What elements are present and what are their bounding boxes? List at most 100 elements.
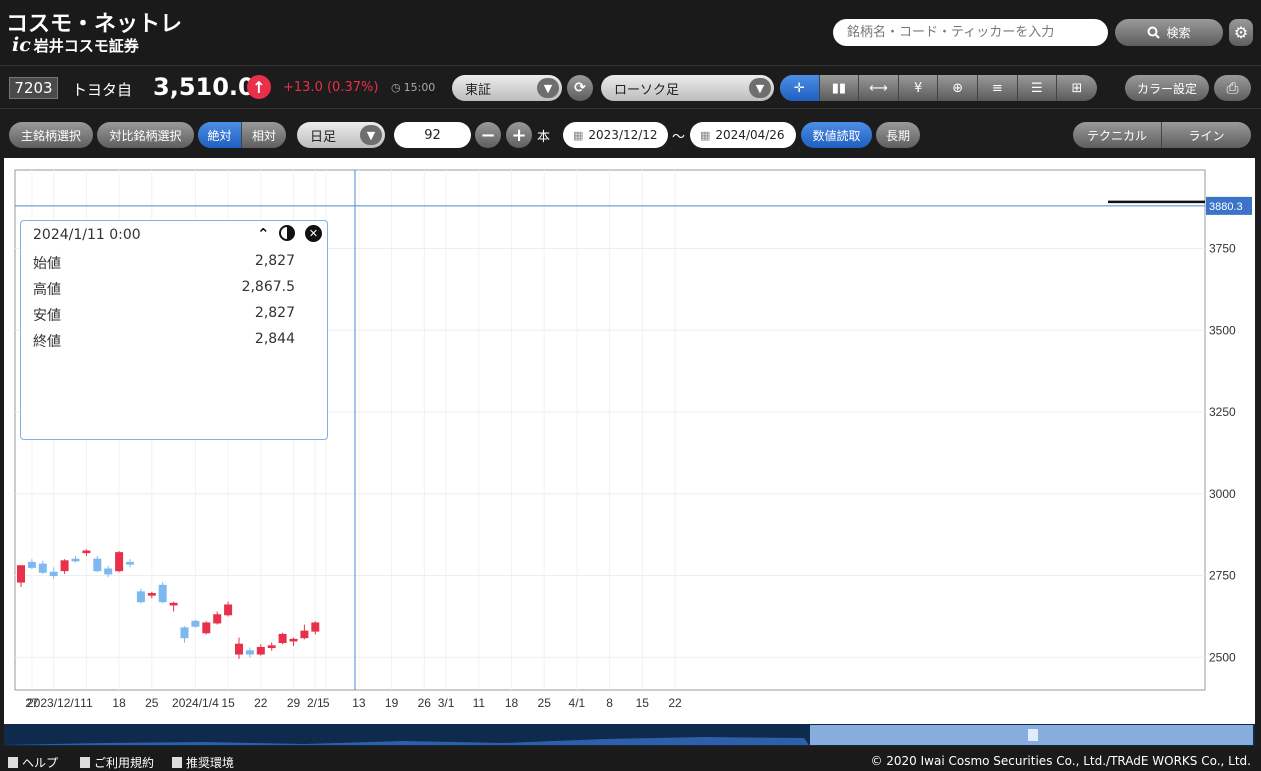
search-input[interactable] <box>833 19 1108 46</box>
plus-button[interactable]: + <box>506 122 532 148</box>
candle-body <box>267 645 276 648</box>
info-label: 安値 <box>33 308 61 324</box>
candle-body <box>126 561 134 565</box>
update-time: ◷ 15:00 <box>391 81 435 94</box>
crosshair-price-label: 3880.3 <box>1209 201 1243 213</box>
info-value: 2,867.5 <box>241 279 295 295</box>
bar-count-input[interactable]: 92 <box>394 122 471 148</box>
list-icon[interactable]: ≡ <box>978 75 1018 101</box>
copyright: © 2020 Iwai Cosmo Securities Co., Ltd./T… <box>870 754 1251 768</box>
y-tick-label: 3250 <box>1209 405 1236 419</box>
candle-body <box>82 550 91 554</box>
info-date: 2024/1/11 0:00 <box>33 227 141 243</box>
x-tick-label: 25 <box>538 696 552 710</box>
x-tick-label: 18 <box>505 696 519 710</box>
info-row: 終値 2,844 <box>33 331 295 351</box>
stock-code: 7203 <box>9 77 58 99</box>
chevron-down-icon: ▼ <box>537 78 559 98</box>
long-term-button[interactable]: 長期 <box>876 122 920 148</box>
relative-button[interactable]: 相対 <box>242 122 286 148</box>
absolute-button[interactable]: 絶対 <box>198 122 242 148</box>
x-tick-label: 25 <box>145 696 159 710</box>
document-icon <box>172 757 182 768</box>
x-tick-label: 11 <box>80 696 93 710</box>
candle-body <box>191 620 200 627</box>
collapse-icon[interactable]: ⌃ <box>257 225 270 243</box>
y-tick-label: 3750 <box>1209 241 1236 255</box>
candle-body <box>147 593 156 596</box>
end-date-input[interactable]: ▦ 2024/04/26 <box>690 122 796 148</box>
x-tick-label: 3/1 <box>438 696 455 710</box>
chart-navigator[interactable] <box>4 724 1255 746</box>
logo-sub: ic 岩井コスモ証券 <box>12 34 139 56</box>
x-tick-label: 22 <box>668 696 682 710</box>
date-range-separator: 〜 <box>672 130 686 145</box>
candle-body <box>71 558 80 562</box>
x-tick-label: 19 <box>385 696 399 710</box>
yen-icon[interactable]: ¥ <box>899 75 939 101</box>
search-button[interactable]: 検索 <box>1115 19 1223 46</box>
start-date-input[interactable]: ▦ 2023/12/12 <box>563 122 668 148</box>
chevron-down-icon: ▼ <box>749 78 771 98</box>
value-read-button[interactable]: 数値読取 <box>801 122 872 148</box>
help-label: ヘルプ <box>22 756 59 770</box>
clock-icon: ◷ <box>391 81 401 94</box>
technical-button[interactable]: テクニカル <box>1073 122 1162 148</box>
start-date-value: 2023/12/12 <box>588 128 658 142</box>
company-mark: ic <box>12 34 31 56</box>
chart-type-select[interactable]: ローソク足 ▼ <box>601 75 774 101</box>
scale-toggle: 絶対 相対 <box>198 122 286 148</box>
panel-toggle: テクニカル ライン <box>1073 122 1251 148</box>
refresh-icon[interactable]: ⟳ <box>567 75 593 101</box>
grid-icon[interactable]: ⊞ <box>1057 75 1097 101</box>
x-tick-label: 8 <box>606 696 613 710</box>
compare-symbol-button[interactable]: 対比銘柄選択 <box>97 122 194 148</box>
crosshair-icon[interactable]: ✛ <box>780 75 820 101</box>
candle-body <box>93 558 102 572</box>
terms-link[interactable]: ご利用規約 <box>80 754 154 771</box>
candle-body <box>224 604 233 616</box>
y-tick-label: 2750 <box>1209 569 1236 583</box>
candle-body <box>136 591 145 603</box>
candle-body <box>17 565 25 583</box>
current-price: 3,510.0 <box>153 73 255 101</box>
period-select[interactable]: 日足 ▼ <box>297 122 385 148</box>
environment-label: 推奨環境 <box>186 756 235 770</box>
zoom-icon[interactable]: ⊕ <box>938 75 978 101</box>
line-button[interactable]: ライン <box>1162 122 1251 148</box>
search-list-icon[interactable]: ☰ <box>1018 75 1058 101</box>
print-icon[interactable]: ⎙ <box>1214 75 1251 101</box>
candle-body <box>245 650 254 655</box>
document-icon <box>80 757 90 768</box>
help-link[interactable]: ヘルプ <box>8 754 58 771</box>
ohlc-info-panel: 2024/1/11 0:00 ⌃ ✕ 始値 2,827 高値 2,867.5 安値 2… <box>20 220 328 440</box>
color-settings-button[interactable]: カラー設定 <box>1125 75 1209 101</box>
market-select-value: 東証 <box>465 82 492 98</box>
stock-name: トヨタ自 <box>72 81 133 99</box>
y-tick-label: 3000 <box>1209 487 1236 501</box>
search-icon <box>1147 26 1161 39</box>
info-row: 高値 2,867.5 <box>33 279 295 299</box>
minus-button[interactable]: − <box>475 122 501 148</box>
x-tick-label: 26 <box>418 696 432 710</box>
x-tick-label: 18 <box>112 696 126 710</box>
update-time-value: 15:00 <box>403 81 436 94</box>
info-label: 終値 <box>33 334 61 350</box>
gear-icon[interactable]: ⚙ <box>1229 19 1253 46</box>
x-tick-label: 2024/1/4 <box>172 696 219 710</box>
main-symbol-button[interactable]: 主銘柄選択 <box>9 122 93 148</box>
navigator-area <box>4 725 1253 745</box>
close-icon[interactable]: ✕ <box>305 225 322 242</box>
market-select[interactable]: 東証 ▼ <box>452 75 562 101</box>
candle-body <box>104 568 113 575</box>
volume-icon[interactable]: ▮▮ <box>820 75 860 101</box>
candle-body <box>60 560 69 572</box>
y-tick-label: 2500 <box>1209 650 1236 664</box>
environment-link[interactable]: 推奨環境 <box>172 754 234 771</box>
candle-body <box>169 602 178 606</box>
horizontal-line-icon[interactable]: ⟷ <box>859 75 899 101</box>
candle-body <box>49 571 58 577</box>
calendar-icon: ▦ <box>573 128 584 142</box>
footer: ヘルプ ご利用規約 推奨環境 © 2020 Iwai Cosmo Securit… <box>0 750 1261 771</box>
contrast-icon[interactable] <box>279 225 295 241</box>
